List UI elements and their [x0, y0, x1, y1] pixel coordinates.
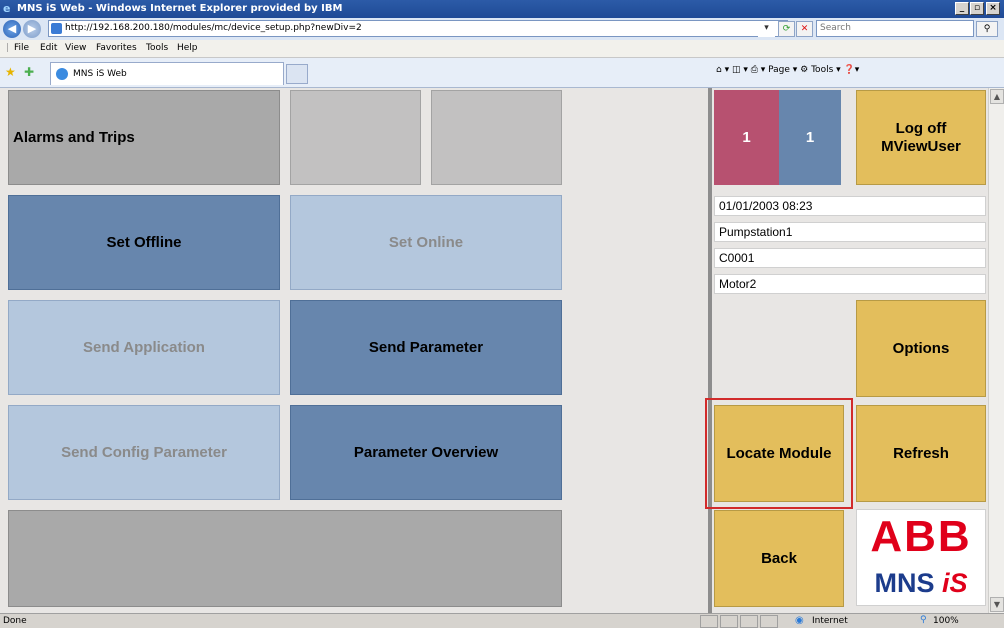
empty-slot-2: [431, 90, 562, 185]
new-tab-button[interactable]: [286, 64, 308, 84]
back-nav-icon[interactable]: ◀: [3, 20, 21, 38]
datetime-field: 01/01/2003 08:23: [714, 196, 986, 216]
abb-logo-text: ABB: [870, 512, 972, 561]
send-parameter-button[interactable]: Send Parameter: [290, 300, 562, 395]
empty-slot-1: [290, 90, 421, 185]
globe-icon: ◉: [795, 615, 804, 626]
log-off-button[interactable]: Log off MViewUser: [856, 90, 986, 185]
address-text: http://192.168.200.180/modules/mc/device…: [65, 23, 362, 33]
minimize-button[interactable]: _: [955, 2, 969, 15]
window-title: MNS iS Web - Windows Internet Explorer p…: [17, 3, 343, 14]
menu-favorites[interactable]: Favorites: [96, 43, 137, 53]
menu-grip: |: [6, 43, 10, 53]
mns-is-logo-text: MNS iS: [874, 568, 968, 598]
forward-nav-icon[interactable]: ▶: [23, 20, 41, 38]
search-icon[interactable]: ⚲: [976, 21, 998, 37]
zoom-icon[interactable]: ⚲: [920, 615, 927, 625]
menu-edit[interactable]: Edit: [40, 43, 57, 53]
log-off-user: MViewUser: [881, 137, 961, 155]
selection-highlight: [705, 398, 853, 509]
address-dropdown-icon[interactable]: ▾: [758, 21, 775, 37]
parameter-overview-button[interactable]: Parameter Overview: [290, 405, 562, 500]
address-field[interactable]: http://192.168.200.180/modules/mc/device…: [48, 20, 788, 37]
status-cell: [720, 615, 738, 628]
back-button[interactable]: Back: [714, 510, 844, 607]
favorites-star-icon[interactable]: ★: [5, 65, 16, 79]
scroll-down-icon[interactable]: ▼: [990, 597, 1004, 612]
close-button[interactable]: ×: [986, 2, 1000, 15]
title-bar: e MNS iS Web - Windows Internet Explorer…: [0, 0, 1004, 18]
browser-window: e MNS iS Web - Windows Internet Explorer…: [0, 0, 1004, 628]
abb-mns-is-logo: ABB MNS iS: [856, 509, 986, 606]
add-favorites-icon[interactable]: ✚: [24, 65, 34, 79]
log-off-label: Log off: [895, 119, 947, 137]
tab-title: MNS iS Web: [73, 69, 127, 79]
trip-counter[interactable]: 1: [779, 90, 841, 185]
motor-field: Motor2: [714, 274, 986, 294]
status-cell: [700, 615, 718, 628]
alarm-counter[interactable]: 1: [714, 90, 779, 185]
tab-mns-is-web[interactable]: MNS iS Web: [50, 62, 284, 85]
tab-favicon: [56, 68, 68, 80]
panel-divider: [708, 88, 712, 613]
maximize-button[interactable]: ▫: [970, 2, 984, 15]
search-input[interactable]: Search: [816, 20, 974, 37]
stop-icon[interactable]: ✕: [796, 21, 813, 37]
station-field: Pumpstation1: [714, 222, 986, 242]
scroll-up-icon[interactable]: ▲: [990, 89, 1004, 104]
refresh-nav-icon[interactable]: ⟳: [778, 21, 795, 37]
menu-bar: | File Edit View Favorites Tools Help: [0, 40, 1004, 58]
status-text: Done: [3, 616, 27, 626]
zoom-level[interactable]: 100%: [933, 616, 959, 626]
menu-tools[interactable]: Tools: [146, 43, 168, 53]
device-field: C0001: [714, 248, 986, 268]
security-zone: Internet: [812, 616, 848, 626]
message-area: [8, 510, 562, 607]
send-application-button[interactable]: Send Application: [8, 300, 280, 395]
status-cell: [760, 615, 778, 628]
command-bar[interactable]: ⌂ ▾ ◫ ▾ ⎙ ▾ Page ▾ ⚙ Tools ▾ ❓▾: [716, 65, 859, 75]
menu-file[interactable]: File: [14, 43, 29, 53]
vertical-scrollbar[interactable]: ▲ ▼: [988, 88, 1004, 613]
refresh-button[interactable]: Refresh: [856, 405, 986, 502]
send-config-parameter-button[interactable]: Send Config Parameter: [8, 405, 280, 500]
options-button[interactable]: Options: [856, 300, 986, 397]
status-cell: [740, 615, 758, 628]
page-icon: [51, 23, 62, 34]
set-offline-button[interactable]: Set Offline: [8, 195, 280, 290]
alarms-and-trips-label: Alarms and Trips: [13, 128, 135, 146]
address-row: ◀ ▶ http://192.168.200.180/modules/mc/de…: [0, 18, 1004, 40]
menu-view[interactable]: View: [65, 43, 86, 53]
ie-icon: e: [3, 2, 11, 15]
tab-row: ★ ✚ MNS iS Web ⌂ ▾ ◫ ▾ ⎙ ▾ Page ▾ ⚙ Tool…: [0, 58, 1004, 88]
alarms-and-trips-button[interactable]: Alarms and Trips: [8, 90, 280, 185]
set-online-button[interactable]: Set Online: [290, 195, 562, 290]
menu-help[interactable]: Help: [177, 43, 198, 53]
status-bar: Done ◉ Internet ⚲ 100%: [0, 613, 1004, 628]
